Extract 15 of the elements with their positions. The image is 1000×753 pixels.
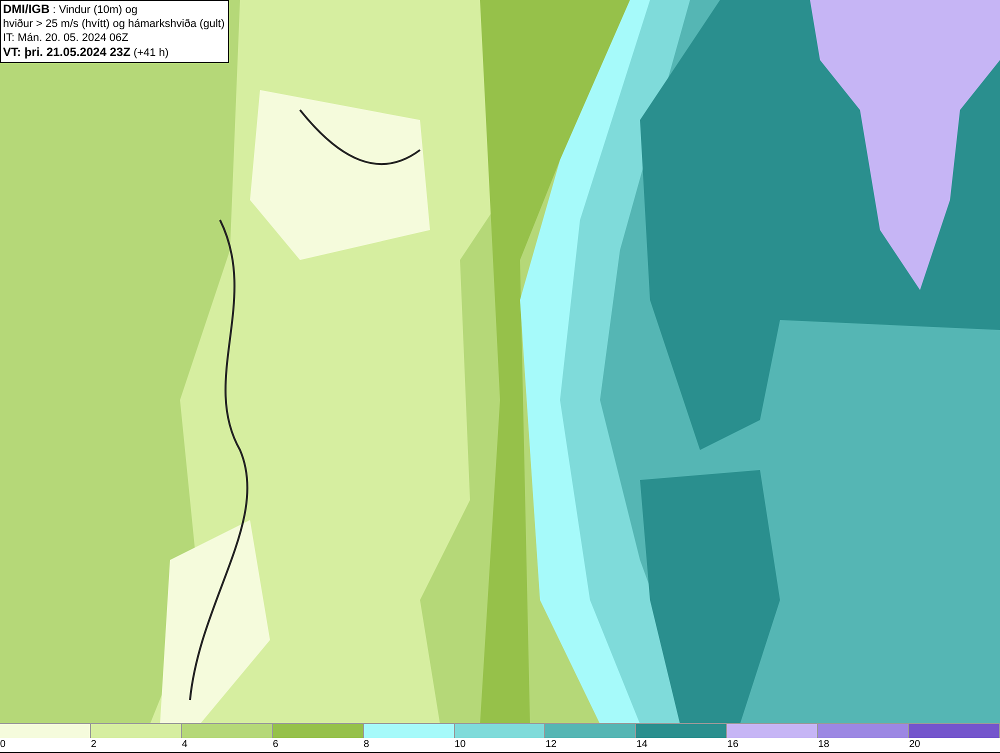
- legend-tick-label: 14: [636, 738, 648, 752]
- legend-tick-label: 6: [272, 738, 278, 752]
- legend-tick-label: 4: [182, 738, 188, 752]
- info-text: IT: Mán. 20. 05. 2024 06Z: [3, 31, 130, 45]
- info-text: DMI/IGB : Vindur (10m) og: [3, 2, 139, 17]
- info-text: VT: þri. 21.05.2024 23Z (+41 h): [3, 45, 170, 60]
- legend-tick-label: 20: [909, 738, 920, 752]
- legend-tick-label: 16: [727, 738, 738, 752]
- legend-tick-label: 0: [0, 738, 6, 752]
- legend-tick-label: 12: [545, 738, 557, 752]
- legend-tick-label: 18: [818, 738, 830, 752]
- info-text: hviður > 25 m/s (hvítt) og hámarkshviða (gult): [3, 17, 225, 31]
- legend-tick-label: 8: [364, 738, 370, 752]
- legend-tick-label: 2: [90, 738, 96, 752]
- legend-tick-label: 10: [454, 738, 466, 752]
